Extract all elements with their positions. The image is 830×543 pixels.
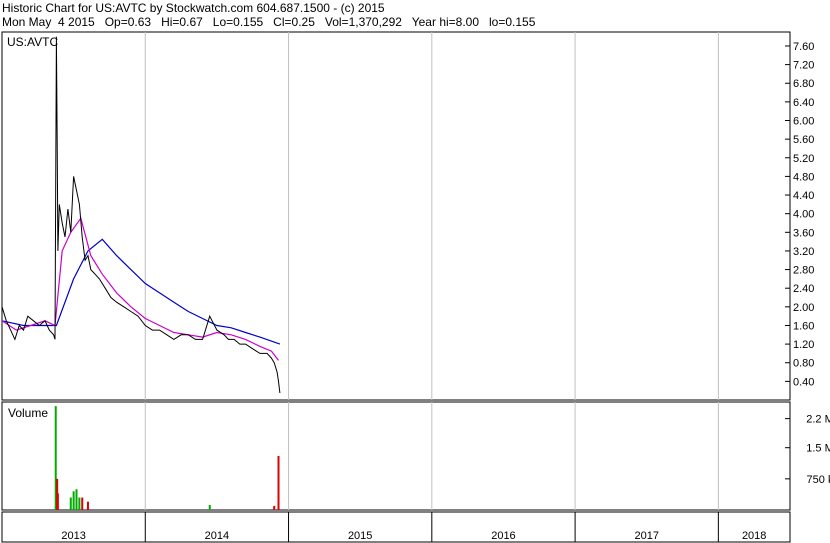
y-tick-label: 2.40 [793, 283, 814, 295]
x-tick-label: 2014 [205, 530, 229, 542]
volume-tick-label: 2.2 M [806, 414, 830, 426]
volume-bar [56, 493, 59, 510]
volume-bar [81, 497, 84, 510]
volume-bar [75, 489, 78, 510]
grid-lines [144, 32, 719, 510]
volume-panel-frame [1, 401, 791, 511]
volume-bar [86, 501, 89, 510]
y-tick-label: 6.80 [793, 78, 814, 90]
y-tick-label: 0.40 [793, 376, 814, 388]
y-tick-label: 3.60 [793, 227, 814, 239]
volume-bar [78, 497, 81, 510]
y-tick-label: 6.00 [793, 116, 814, 128]
y-tick-label: 3.20 [793, 246, 814, 258]
x-tick-label: 2018 [742, 530, 766, 542]
volume-bar [69, 497, 72, 510]
y-tick-label: 7.20 [793, 60, 814, 72]
y-tick-label: 2.00 [793, 302, 814, 314]
volume-label: Volume [8, 406, 48, 420]
volume-bar [72, 491, 75, 510]
volume-bar [273, 505, 276, 510]
long-moving-average [1, 238, 281, 345]
x-tick-label: 2015 [348, 530, 372, 542]
y-tick-label: 2.80 [793, 265, 814, 277]
series-line-price [1, 36, 281, 394]
volume-tick-label: 1.5 M [806, 443, 830, 455]
x-tick-label: 2013 [61, 530, 85, 542]
price-y-axis: 7.60 7.20 6.80 6.40 6.00 5.60 5.20 4.80 4.40 4.00… [785, 41, 814, 388]
series-line-ma_long [1, 238, 281, 345]
y-tick-label: 0.80 [793, 358, 814, 370]
volume-bar [277, 456, 280, 510]
y-tick-label: 4.40 [793, 190, 814, 202]
x-axis: 2013 2014 2015 2016 2017 2018 [61, 512, 766, 542]
volume-bar [208, 505, 211, 510]
y-tick-label: 1.60 [793, 320, 814, 332]
price-series [1, 36, 281, 394]
y-tick-label: 7.60 [793, 41, 814, 53]
y-tick-label: 1.20 [793, 339, 814, 351]
y-tick-label: 5.20 [793, 153, 814, 165]
x-axis-frame [1, 511, 791, 543]
y-tick-label: 4.00 [793, 209, 814, 221]
short-moving-average [1, 216, 279, 361]
y-tick-label: 5.60 [793, 134, 814, 146]
stock-chart: 7.60 7.20 6.80 6.40 6.00 5.60 5.20 4.80 4.40 4.00… [1, 31, 830, 543]
price-panel-frame [1, 31, 791, 401]
y-tick-label: 6.40 [793, 97, 814, 109]
volume-bars [54, 406, 280, 510]
x-tick-label: 2016 [491, 530, 515, 542]
x-tick-label: 2017 [634, 530, 658, 542]
symbol-label: US:AVTC [7, 35, 58, 49]
series-line-ma_short [1, 216, 279, 361]
y-tick-label: 4.80 [793, 171, 814, 183]
volume-tick-label: 750 k [807, 474, 830, 486]
volume-y-axis: 2.2 M 1.5 M 750 k [785, 414, 830, 486]
